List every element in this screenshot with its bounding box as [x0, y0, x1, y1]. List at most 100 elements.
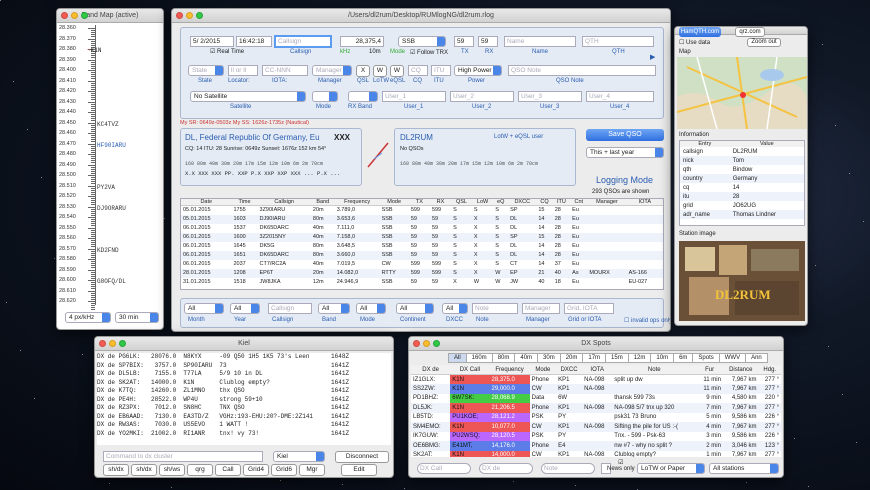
spot-col-header[interactable]: DX de	[411, 365, 451, 375]
hamqth-tab[interactable]: HamQTH.com	[679, 27, 721, 37]
filter-field[interactable]: All	[396, 303, 434, 314]
spot-tab[interactable]: 40m	[514, 353, 539, 363]
lotw-button[interactable]: W	[373, 65, 387, 77]
realtime-checkbox[interactable]: ☑ Real Time	[210, 48, 244, 55]
spot-col-header[interactable]: Frequency	[489, 365, 530, 375]
cluster-line[interactable]: DX de K7TQ: 14260.0 ZL1MNO thx QSO 1641Z	[97, 387, 391, 396]
qso-row[interactable]: 06.01.2015 1645 DK5G 80m 3.648,5 SSB 59 59 S X S DL…	[181, 242, 663, 251]
spot-tab[interactable]: 15m	[605, 353, 629, 363]
spot-row[interactable]: SM4EMO: K1N 10,077.0 CW KP1 NA-098 Sifting the…	[411, 422, 781, 432]
spot-row[interactable]: PD1BHZ: 6W7SK: 28,068.9 Data 6W thansk 599 73…	[411, 393, 781, 403]
filter-field[interactable]: Manager	[522, 303, 560, 314]
band-map-titlebar[interactable]: Band Map (active)	[57, 9, 163, 23]
spot-row[interactable]: OE6BMG: E41MT, 14,176.0 Phone E4 nw #7 - why …	[411, 441, 781, 451]
disconnect-button[interactable]: Disconnect	[335, 451, 389, 463]
cluster-line[interactable]: DX de PE4H: 28522.0 WP4U strong 59+10 16…	[97, 396, 391, 405]
close-icon[interactable]	[61, 12, 68, 19]
cluster-cmd-button[interactable]: sh/dx	[103, 464, 129, 476]
spot-row[interactable]: IZ1GLX: K1N 28,375.0 Phone KP1 NA-098 split up…	[411, 374, 781, 384]
spot-row[interactable]: LB5TD: PU1KOE; 28,121.2 PSK PY psk31 73 Bruno…	[411, 412, 781, 422]
spot-row[interactable]: SK2AT: K1N 14,000.0 CW KP1 NA-098 Clublog empt…	[411, 450, 781, 457]
period-select[interactable]: This + last year	[586, 147, 664, 158]
spot-col-header[interactable]: IOTA	[582, 365, 613, 375]
filter-field[interactable]: All	[356, 303, 386, 314]
band-spot-call[interactable]: G8OFQ/DL	[97, 278, 126, 285]
minimize-icon[interactable]	[186, 12, 193, 19]
note-filter[interactable]: Note	[541, 463, 595, 474]
rx-band-select[interactable]	[348, 91, 378, 102]
qth-field[interactable]: QTH	[582, 36, 654, 47]
filter-field[interactable]: Callsign	[268, 303, 312, 314]
save-qso-button[interactable]: Save QSO	[586, 129, 664, 141]
filter-field[interactable]: All	[184, 303, 224, 314]
close-icon[interactable]	[413, 340, 420, 347]
callsign-field[interactable]: Callsign	[274, 35, 332, 48]
cluster-line[interactable]: DX de EB6AAD: 7130.0 EA3TD/Z VGHz:193-EH…	[97, 413, 391, 422]
date-field[interactable]: 5/ 2/2015	[190, 36, 234, 47]
cluster-cmd-button[interactable]: Grid6	[271, 464, 297, 476]
band-spot-call[interactable]: ➞K1N	[87, 47, 101, 54]
spot-tab[interactable]: 12m	[627, 353, 652, 363]
dx-call-filter[interactable]: DX Call	[417, 463, 471, 474]
band-spot-call[interactable]: DJ9ORARU	[97, 205, 126, 212]
zoom-icon[interactable]	[119, 340, 126, 347]
power-select[interactable]: High Power	[454, 65, 502, 76]
close-icon[interactable]	[176, 12, 183, 19]
cluster-cmd-button[interactable]: sh/ws	[159, 464, 185, 476]
satellite-select[interactable]: No Satellite	[190, 91, 306, 102]
band-spot-call[interactable]: HF90IARU	[97, 142, 126, 149]
minimize-icon[interactable]	[423, 340, 430, 347]
minimize-icon[interactable]	[109, 340, 116, 347]
spot-tab[interactable]: WWV	[718, 353, 747, 363]
qso-row[interactable]: 06.01.2015 1537 DK65DARC 40m 7.111,0 SSB 59 59 S…	[181, 224, 663, 233]
qsl-button[interactable]: X	[356, 65, 370, 77]
spot-tab[interactable]: Spots	[692, 353, 720, 363]
spot-tab[interactable]: Ann	[745, 353, 768, 363]
main-titlebar[interactable]: /Users/dl2rum/Desktop/RUMlogNG/dl2rum.rl…	[172, 9, 670, 23]
lotw-filter-select[interactable]: LoTW or Paper	[637, 463, 705, 474]
spot-col-header[interactable]: Fur	[696, 365, 723, 375]
qso-row[interactable]: 28.01.2015 1208 EP6T 20m 14.082,0 RTTY 599 599 S…	[181, 268, 663, 278]
spot-row[interactable]: IK7GUW: PU2WSQ; 28,120.5 PSK PY Tnx. - 599 - …	[411, 431, 781, 441]
qrzcom-tab[interactable]: qrz.com	[735, 27, 765, 37]
qso-row[interactable]: 06.01.2015 1600 3Z2015NY 40m 7.158,0 SSB 59 59 S…	[181, 232, 663, 242]
cluster-select[interactable]: Kiel	[273, 451, 325, 462]
manager-select[interactable]: Manager	[312, 65, 352, 76]
minimize-icon[interactable]	[71, 12, 78, 19]
spot-row[interactable]: DL5JK: K1N 21,206.5 Phone KP1 NA-098 NA-098 5/…	[411, 403, 781, 413]
cq-field[interactable]: CQ	[408, 65, 428, 76]
qso-row[interactable]: 31.01.2015 1518 JW8JKA 12m 24.946,9 SSB 59 59 X W…	[181, 278, 663, 287]
mode-select[interactable]: SSB	[398, 36, 446, 47]
dx-spots-titlebar[interactable]: DX Spots	[409, 337, 783, 351]
time-field[interactable]: 16:42:18	[236, 36, 272, 47]
zoom-icon[interactable]	[81, 12, 88, 19]
cluster-cmd-button[interactable]: Mgr	[299, 464, 325, 476]
qso-row[interactable]: 05.01.2015 1603 DJ90IARU 80m 3.653,6 SSB 59 59 S…	[181, 214, 663, 224]
cluster-line[interactable]: DX de DL5LB: 7155.0 T77LA 5/9 10 in DL 1…	[97, 370, 391, 379]
spot-col-header[interactable]: DXCC	[556, 365, 583, 375]
band-spot-call[interactable]: PY2VA	[97, 184, 115, 191]
bandmap-span-select[interactable]: 30 min	[115, 312, 159, 323]
spot-tab[interactable]: 6m	[673, 353, 694, 363]
qso-row[interactable]: 06.01.2015 1651 DK65DARC 80m 3.660,0 SSB 59 59 S…	[181, 250, 663, 260]
spot-tab[interactable]: 80m	[491, 353, 516, 363]
news-only-checkbox[interactable]: ☑ News only	[607, 459, 635, 472]
user1-field[interactable]: User_1	[382, 91, 446, 102]
cluster-cmd-button[interactable]: sh/dx	[131, 464, 157, 476]
use-data-checkbox[interactable]: ☐ Use data	[679, 39, 710, 46]
user4-field[interactable]: User_4	[586, 91, 654, 102]
itu-field[interactable]: ITU	[431, 65, 451, 76]
spot-tab[interactable]: 160m	[465, 353, 493, 363]
user2-field[interactable]: User_2	[450, 91, 514, 102]
cluster-line[interactable]: DX de SP7BIX: 3757.0 SP90IARU 73 1641Z	[97, 362, 391, 371]
cluster-line[interactable]: DX de YO2MKI: 21002.0 RI1ANR tnx! vy 73!…	[97, 430, 391, 439]
band-spot-call[interactable]: KD2FND	[97, 247, 119, 254]
tx-field[interactable]: 59	[454, 36, 474, 47]
zoom-out-button[interactable]: Zoom out	[747, 38, 781, 47]
cluster-cmd-button[interactable]: Edit	[341, 464, 377, 476]
stations-filter-select[interactable]: All stations	[709, 463, 779, 474]
map-view[interactable]	[677, 57, 807, 129]
filter-field[interactable]: Grid, IOTA	[564, 303, 614, 314]
cluster-cmd-button[interactable]: qrg	[187, 464, 213, 476]
zoom-icon[interactable]	[196, 12, 203, 19]
